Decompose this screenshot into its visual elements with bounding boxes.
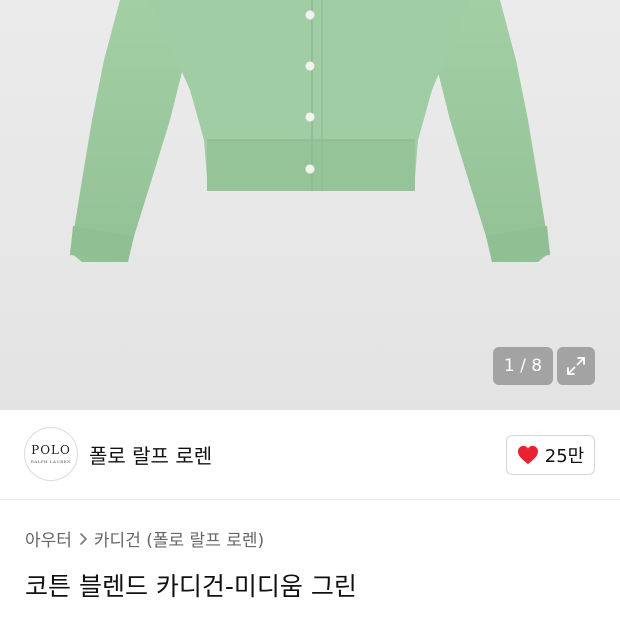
brand-row: POLO RALPH LAUREN 폴로 랄프 로렌 25만 — [0, 410, 620, 500]
chevron-right-icon — [80, 532, 87, 545]
breadcrumb-item-cardigan[interactable]: 카디건 (폴로 랄프 로렌) — [94, 526, 264, 551]
image-counter: 1 / 8 — [493, 347, 553, 385]
breadcrumb-item-outer[interactable]: 아우터 — [25, 526, 72, 551]
like-count: 25만 — [544, 446, 585, 467]
brand-name[interactable]: 폴로 랄프 로렌 — [89, 440, 212, 469]
expand-icon — [567, 357, 585, 375]
like-button[interactable]: 25만 — [506, 435, 595, 475]
breadcrumb: 아우터 카디건 (폴로 랄프 로렌) — [25, 526, 264, 551]
product-title: 코튼 블렌드 카디건-미디움 그린 — [25, 572, 357, 601]
expand-button[interactable] — [557, 347, 595, 385]
heart-icon — [517, 445, 538, 465]
brand-logo-text: POLO — [31, 443, 71, 457]
brand-logo-subtext: RALPH LAUREN — [30, 459, 72, 464]
brand-logo[interactable]: POLO RALPH LAUREN — [24, 427, 78, 481]
product-image-gallery[interactable]: 1 / 8 — [0, 0, 620, 410]
